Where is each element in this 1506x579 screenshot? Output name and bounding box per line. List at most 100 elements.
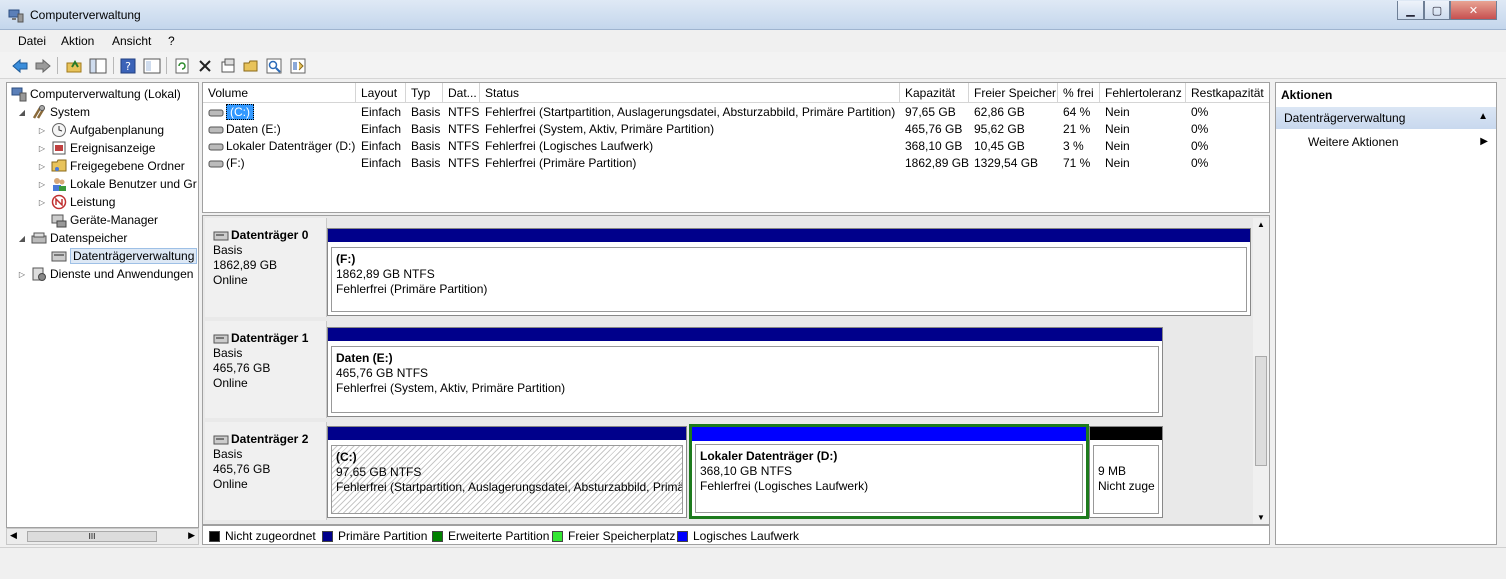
table-cell: 368,10 GB xyxy=(905,139,963,153)
tree-item-system[interactable]: ◢ System xyxy=(17,103,90,121)
delete-button[interactable] xyxy=(195,56,215,76)
legend-item-extended: Erweiterte Partition xyxy=(432,529,549,543)
expand-icon[interactable]: ▷ xyxy=(37,162,47,171)
expand-icon[interactable]: ▷ xyxy=(37,126,47,135)
forward-button[interactable] xyxy=(33,56,53,76)
partition-f[interactable]: (F:) 1862,89 GB NTFS Fehlerfrei (Primäre… xyxy=(327,228,1251,316)
close-button[interactable]: ✕ xyxy=(1450,1,1497,20)
collapse-icon[interactable]: ◢ xyxy=(17,108,27,117)
legend-swatch xyxy=(552,530,563,542)
scroll-up-icon[interactable]: ▲ xyxy=(1257,220,1265,229)
expand-icon[interactable]: ▷ xyxy=(37,144,47,153)
partition-c[interactable]: (C:) 97,65 GB NTFS Fehlerfrei (Startpart… xyxy=(327,426,687,518)
collapse-up-icon[interactable]: ▲ xyxy=(1478,111,1488,122)
scroll-thumb[interactable] xyxy=(1255,356,1267,466)
tree-item-label: Computerverwaltung (Lokal) xyxy=(30,87,181,101)
tree-item-lokale-benutzer[interactable]: ▷ Lokale Benutzer und Gr xyxy=(37,175,197,193)
primary-partition-bar xyxy=(328,229,1250,242)
tree-item-dienste[interactable]: ▷ Dienste und Anwendungen xyxy=(17,265,193,283)
disk-name: Datenträger 2 xyxy=(231,432,309,446)
column-header-typ[interactable]: Typ xyxy=(406,83,443,103)
volume-name: Daten (E:) xyxy=(226,122,281,136)
column-header-dateisystem[interactable]: Dat... xyxy=(443,83,480,103)
actions-section-datentraegerverwaltung[interactable]: Datenträgerverwaltung ▲ xyxy=(1276,107,1496,129)
table-row[interactable]: (F:) Einfach Basis NTFS Fehlerfrei (Primäre … xyxy=(203,155,1269,172)
disk-1-info[interactable]: Datenträger 1 Basis 465,76 GB Online xyxy=(205,321,327,418)
tree-item-leistung[interactable]: ▷ Leistung xyxy=(37,193,115,211)
table-row[interactable]: Lokaler Datenträger (D:) Einfach Basis NTFS… xyxy=(203,138,1269,155)
menu-ansicht[interactable]: Ansicht xyxy=(112,34,151,48)
partition-size: 1862,89 GB NTFS xyxy=(336,267,435,281)
open-button[interactable] xyxy=(241,56,261,76)
close-icon: ✕ xyxy=(1468,4,1479,17)
disk-name: Datenträger 1 xyxy=(231,331,309,345)
column-header-kapazitaet[interactable]: Kapazität xyxy=(900,83,969,103)
disk-vertical-scrollbar[interactable]: ▲ ▼ xyxy=(1253,218,1269,524)
column-header-prozent-frei[interactable]: % frei xyxy=(1058,83,1100,103)
disk-graphical-view: Datenträger 0 Basis 1862,89 GB Online (F… xyxy=(202,215,1270,525)
search-icon xyxy=(266,58,282,74)
legend-label: Primäre Partition xyxy=(338,529,428,543)
scroll-left-icon[interactable]: ◀ xyxy=(10,530,17,541)
scroll-down-icon[interactable]: ▼ xyxy=(1257,513,1265,522)
tree-horizontal-scrollbar[interactable]: ◀ III ▶ xyxy=(6,528,199,545)
minimize-button[interactable]: ▁ xyxy=(1397,1,1424,20)
maximize-button[interactable]: ▢ xyxy=(1424,1,1450,20)
partition-e[interactable]: Daten (E:) 465,76 GB NTFS Fehlerfrei (Sy… xyxy=(327,327,1163,417)
column-header-freier-speicher[interactable]: Freier Speicher xyxy=(969,83,1058,103)
menu-datei[interactable]: Datei xyxy=(18,34,46,48)
table-cell: Einfach xyxy=(361,105,402,119)
tree-item-ereignisanzeige[interactable]: ▷ Ereignisanzeige xyxy=(37,139,155,157)
clock-icon xyxy=(52,123,66,137)
actions-pane: Aktionen Datenträgerverwaltung ▲ Weitere… xyxy=(1275,82,1497,545)
disk-0-info[interactable]: Datenträger 0 Basis 1862,89 GB Online xyxy=(205,218,327,317)
menu-aktion[interactable]: Aktion xyxy=(61,34,94,48)
scroll-thumb[interactable]: III xyxy=(27,531,157,542)
folder-up-icon xyxy=(66,60,82,73)
table-cell: Nein xyxy=(1105,139,1130,153)
help-button[interactable]: ? xyxy=(118,56,138,76)
folder-up-button[interactable] xyxy=(64,56,84,76)
submenu-arrow-icon[interactable]: ▶ xyxy=(1480,136,1488,147)
tree-item-root[interactable]: Computerverwaltung (Lokal) xyxy=(11,85,181,103)
disk-state: Online xyxy=(213,273,248,287)
column-header-restkapazitaet[interactable]: Restkapazität xyxy=(1186,83,1269,103)
partition-status: Fehlerfrei (Startpartition, Auslagerungs… xyxy=(336,480,683,494)
tree-item-datenspeicher[interactable]: ◢ Datenspeicher xyxy=(17,229,127,247)
partition-unallocated[interactable]: 9 MB Nicht zuge xyxy=(1089,426,1163,518)
column-header-layout[interactable]: Layout xyxy=(356,83,406,103)
table-row[interactable]: (C:) Einfach Basis NTFS Fehlerfrei (Startpar… xyxy=(203,104,1269,121)
performance-icon xyxy=(51,194,67,210)
volume-icon xyxy=(208,143,224,151)
show-tree-button[interactable] xyxy=(88,56,108,76)
expand-icon[interactable]: ▷ xyxy=(17,270,27,279)
svg-text:?: ? xyxy=(125,60,131,73)
back-button[interactable] xyxy=(10,56,30,76)
tree-item-geraete-manager[interactable]: Geräte-Manager xyxy=(51,211,158,229)
disk-2-info[interactable]: Datenträger 2 Basis 465,76 GB Online xyxy=(205,422,327,520)
scroll-right-icon[interactable]: ▶ xyxy=(188,530,195,541)
search-button[interactable] xyxy=(264,56,284,76)
tree-item-freigegebene-ordner[interactable]: ▷ Freigegebene Ordner xyxy=(37,157,185,175)
refresh-button[interactable] xyxy=(172,56,192,76)
console-button[interactable] xyxy=(142,56,162,76)
wizard-button[interactable] xyxy=(288,56,308,76)
tree-item-datentraegerverwaltung[interactable]: Datenträgerverwaltung xyxy=(51,247,198,265)
partition-size: 465,76 GB NTFS xyxy=(336,366,429,380)
column-header-fehlertoleranz[interactable]: Fehlertoleranz xyxy=(1100,83,1186,103)
table-row[interactable]: Daten (E:) Einfach Basis NTFS Fehlerfrei (Sy… xyxy=(203,121,1269,138)
forward-arrow-icon xyxy=(35,58,51,74)
menu-help[interactable]: ? xyxy=(168,34,175,48)
column-header-volume[interactable]: Volume xyxy=(203,83,356,103)
collapse-icon[interactable]: ◢ xyxy=(17,234,27,243)
table-cell: Nein xyxy=(1105,122,1130,136)
legend-label: Freier Speicherplatz xyxy=(568,529,676,543)
tree-item-aufgabenplanung[interactable]: ▷ Aufgabenplanung xyxy=(37,121,164,139)
delete-icon xyxy=(199,60,211,72)
column-header-status[interactable]: Status xyxy=(480,83,900,103)
more-actions-item[interactable]: Weitere Aktionen xyxy=(1308,135,1399,149)
partition-d[interactable]: Lokaler Datenträger (D:) 368,10 GB NTFS … xyxy=(689,424,1089,519)
expand-icon[interactable]: ▷ xyxy=(37,180,47,189)
expand-icon[interactable]: ▷ xyxy=(37,198,47,207)
properties-button[interactable] xyxy=(218,56,238,76)
